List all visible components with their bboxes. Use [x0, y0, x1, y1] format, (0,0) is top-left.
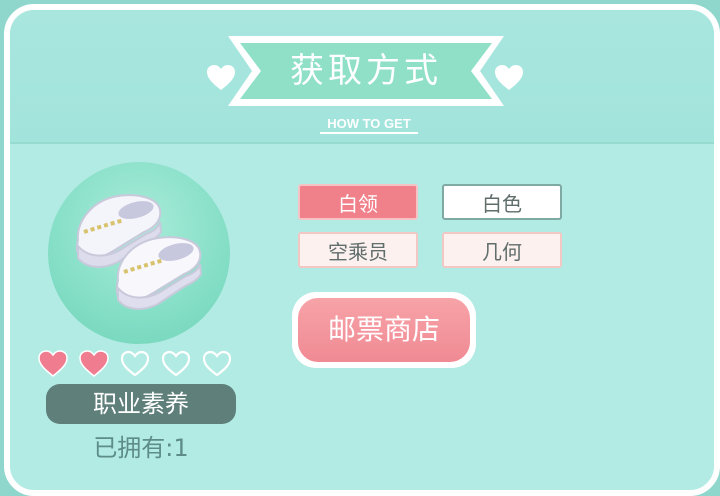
acquisition-panel: 获取方式 HOW TO GET 职业素养 已拥有:1 白领 白色 空乘员 几何 …	[4, 4, 720, 496]
tag-white-color[interactable]: 白色	[442, 184, 562, 220]
tag-flight-attendant[interactable]: 空乘员	[298, 232, 418, 268]
title-banner: 获取方式	[228, 32, 504, 110]
heart-empty-icon	[120, 350, 150, 382]
heart-decoration-right-icon	[494, 64, 524, 96]
item-icon-circle[interactable]	[48, 162, 230, 344]
stamp-shop-button[interactable]: 邮票商店	[292, 292, 476, 368]
rarity-hearts	[38, 350, 238, 380]
heart-filled-icon	[38, 350, 68, 382]
category-label: 职业素养	[46, 384, 236, 424]
heart-empty-icon	[161, 350, 191, 382]
subtitle-how-to-get: HOW TO GET	[320, 116, 418, 134]
heart-empty-icon	[202, 350, 232, 382]
heart-filled-icon	[79, 350, 109, 382]
tag-geometric[interactable]: 几何	[442, 232, 562, 268]
white-loafers-icon	[75, 194, 203, 310]
page-title: 获取方式	[290, 51, 442, 91]
owned-count: 已拥有:1	[93, 434, 189, 462]
stamp-shop-button-label: 邮票商店	[298, 298, 470, 362]
tag-white-collar[interactable]: 白领	[298, 184, 418, 220]
panel-header: 获取方式 HOW TO GET	[10, 10, 714, 144]
